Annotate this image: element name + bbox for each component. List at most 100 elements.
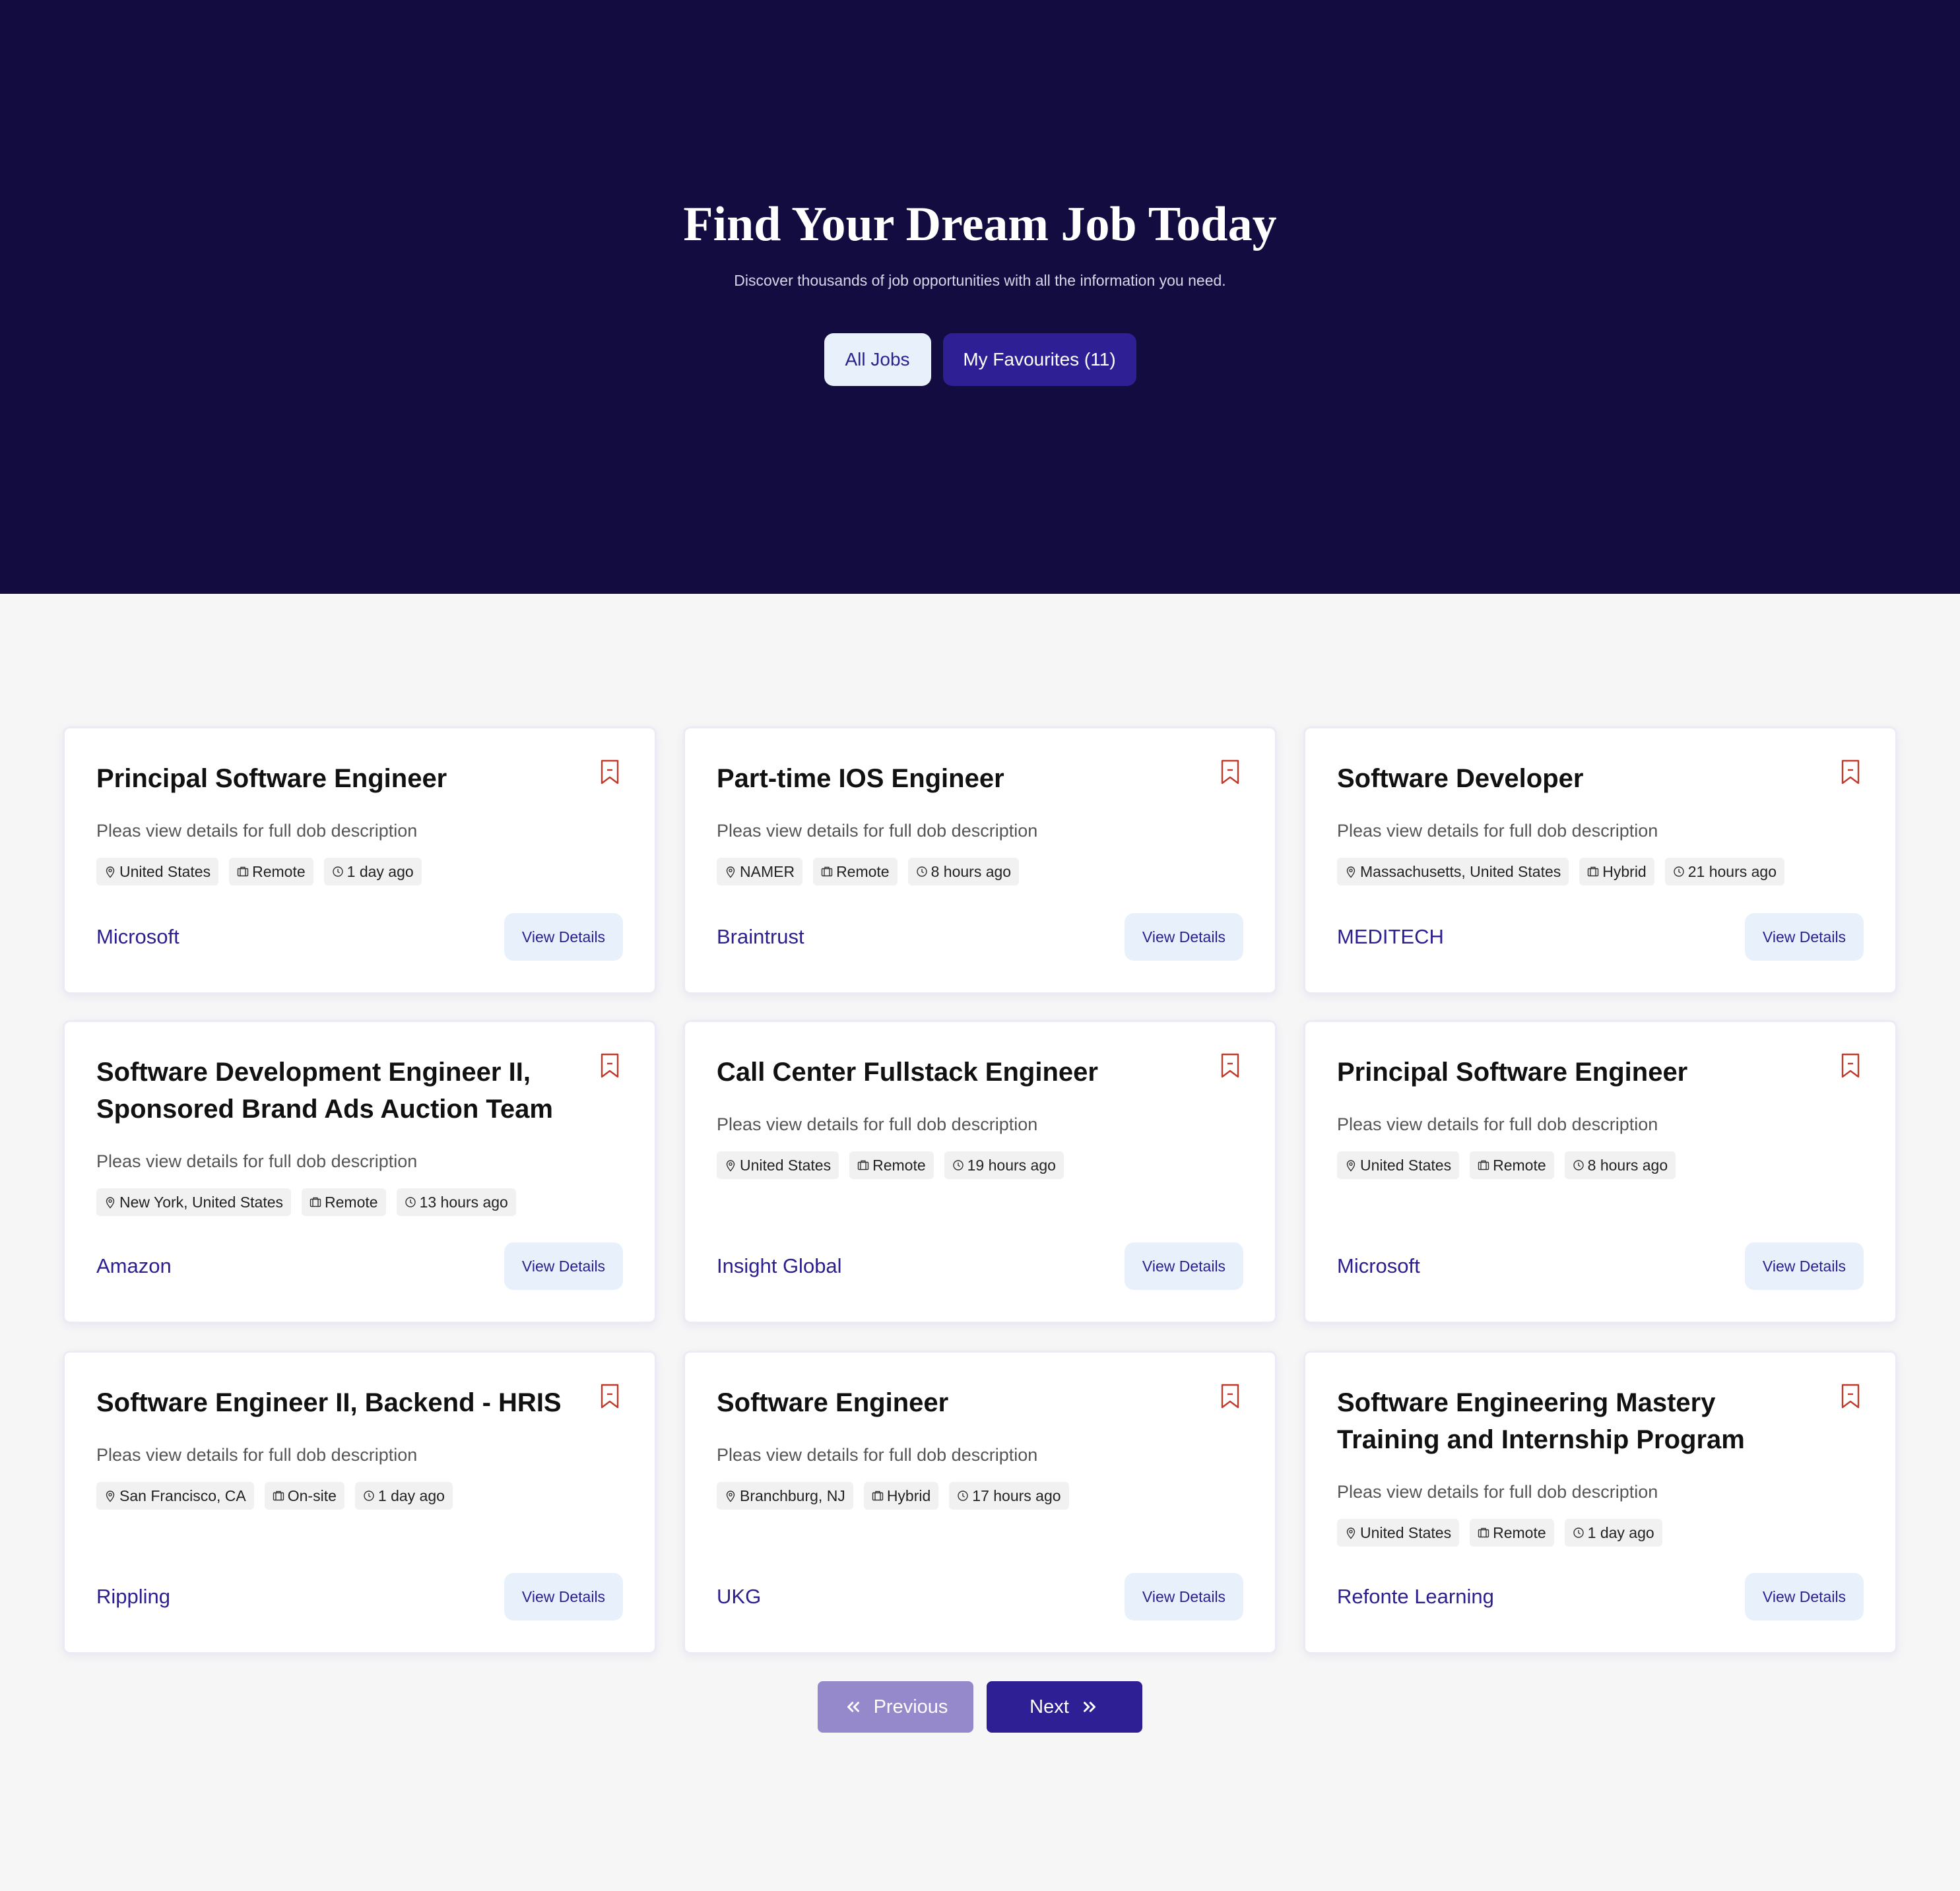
view-details-button[interactable]: View Details [1125,913,1243,961]
job-description: Pleas view details for full dob descript… [717,821,1038,841]
clock-icon [1674,866,1684,877]
bookmark-button[interactable] [599,1052,620,1079]
location-pin-icon [106,1197,115,1209]
view-details-button[interactable]: View Details [504,1242,623,1290]
job-card: Call Center Fullstack Engineer Pleas view… [685,1022,1275,1322]
location-pin-icon [726,1490,735,1502]
job-tags: United States Remote 19 hours ago [717,1151,1064,1179]
view-details-button[interactable]: View Details [1125,1573,1243,1620]
bookmark-icon [601,1384,619,1409]
bookmark-button[interactable] [599,759,620,785]
location-tag: United States [1337,1519,1460,1547]
bookmark-icon [601,759,619,785]
job-description: Pleas view details for full dob descript… [1337,1482,1658,1502]
bookmark-icon [1221,759,1239,785]
view-details-button[interactable]: View Details [1745,1242,1864,1290]
job-description: Pleas view details for full dob descript… [717,1114,1038,1134]
briefcase-icon [310,1197,321,1207]
view-details-button[interactable]: View Details [1745,1573,1864,1620]
location-text: United States [740,1156,832,1174]
job-description: Pleas view details for full dob descript… [96,821,418,841]
job-description: Pleas view details for full dob descript… [717,1445,1038,1465]
work-type-text: Remote [1493,1156,1546,1174]
tab-my-favourites[interactable]: My Favourites (11) [942,333,1136,386]
posted-tag: 21 hours ago [1664,858,1785,885]
bookmark-button[interactable] [1840,759,1861,785]
hero-title: Find Your Dream Job Today [683,197,1277,251]
job-card: Software Engineering Mastery Training an… [1305,1353,1895,1652]
work-type-tag: Hybrid [1579,858,1654,885]
bookmark-icon [1841,1053,1860,1078]
job-description: Pleas view details for full dob descript… [96,1445,418,1465]
posted-tag: 8 hours ago [907,858,1020,885]
briefcase-icon [1478,1527,1489,1538]
job-title: Software Engineering Mastery Training an… [1337,1388,1745,1454]
posted-tag: 13 hours ago [396,1188,516,1216]
job-tags: Branchburg, NJ Hybrid 17 hours ago [717,1482,1069,1510]
clock-icon [1573,1160,1584,1170]
work-type-tag: Remote [302,1188,386,1216]
work-type-tag: Remote [1470,1151,1554,1179]
bookmark-button[interactable] [1220,759,1241,785]
bookmark-icon [1841,1384,1860,1409]
work-type-tag: Remote [1470,1519,1554,1547]
view-details-button[interactable]: View Details [1745,913,1864,961]
job-title: Software Development Engineer II, Sponso… [96,1058,553,1124]
company-name: Microsoft [96,925,180,948]
job-title: Principal Software Engineer [96,764,447,793]
posted-text: 8 hours ago [931,862,1012,880]
clock-icon [1573,1527,1584,1538]
location-pin-icon [106,1490,115,1502]
posted-tag: 1 day ago [354,1482,453,1510]
location-tag: Massachusetts, United States [1337,858,1569,885]
location-text: New York, United States [119,1193,284,1211]
posted-text: 21 hours ago [1687,862,1777,880]
location-pin-icon [1346,1160,1356,1172]
job-description: Pleas view details for full dob descript… [1337,1114,1658,1134]
bookmark-button[interactable] [1220,1383,1241,1409]
job-title: Part-time IOS Engineer [717,764,1004,793]
clock-icon [916,866,927,877]
job-title: Software Engineer [717,1388,949,1417]
briefcase-icon [857,1160,869,1170]
next-label: Next [1029,1696,1069,1717]
bookmark-icon [1221,1053,1239,1078]
clock-icon [952,1160,964,1170]
previous-button[interactable]: Previous [818,1681,973,1733]
company-name: Rippling [96,1585,171,1608]
view-details-button[interactable]: View Details [504,913,623,961]
job-title: Principal Software Engineer [1337,1058,1688,1087]
posted-text: 19 hours ago [967,1156,1056,1174]
bookmark-button[interactable] [1840,1383,1861,1409]
job-card: Principal Software Engineer Pleas view de… [1305,1022,1895,1322]
bookmark-icon [601,1053,619,1078]
location-text: NAMER [740,862,795,880]
posted-tag: 1 day ago [323,858,422,885]
view-details-button[interactable]: View Details [1125,1242,1243,1290]
job-tags: Massachusetts, United States Hybrid 21 hou… [1337,858,1785,885]
job-tags: New York, United States Remote 13 hours ag… [96,1188,516,1216]
hero-subtitle: Discover thousands of job opportunities … [734,272,1226,289]
briefcase-icon [237,866,249,877]
double-chevron-right-icon [1083,1702,1095,1712]
job-tags: United States Remote 1 day ago [96,858,422,885]
next-button[interactable]: Next [987,1681,1142,1733]
location-tag: United States [717,1151,839,1179]
job-card: Part-time IOS Engineer Pleas view details… [685,728,1275,992]
job-tags: United States Remote 1 day ago [1337,1519,1662,1547]
bookmark-button[interactable] [1840,1052,1861,1079]
bookmark-button[interactable] [1220,1052,1241,1079]
location-text: Branchburg, NJ [740,1487,845,1504]
posted-text: 1 day ago [346,862,414,880]
work-type-text: Hybrid [886,1487,931,1504]
company-name: MEDITECH [1337,925,1444,948]
job-card: Software Engineer Pleas view details for … [685,1353,1275,1652]
company-name: Braintrust [717,925,804,948]
tab-all-jobs[interactable]: All Jobs [824,333,931,386]
work-type-text: Remote [836,862,890,880]
job-card: Software Developer Pleas view details for… [1305,728,1895,992]
view-details-button[interactable]: View Details [504,1573,623,1620]
bookmark-button[interactable] [599,1383,620,1409]
work-type-tag: Remote [229,858,313,885]
posted-tag: 19 hours ago [944,1151,1064,1179]
